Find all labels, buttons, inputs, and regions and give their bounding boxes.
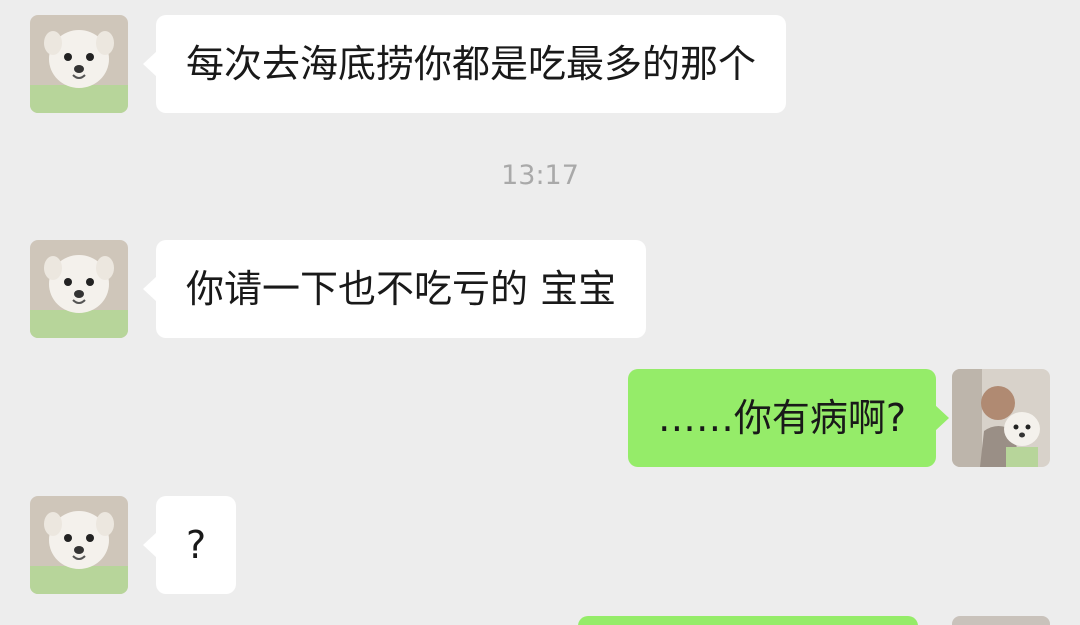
friend-avatar[interactable]	[30, 496, 128, 594]
chat-timestamp: 13:17	[501, 160, 579, 191]
message-bubble-incoming[interactable]: 每次去海底捞你都是吃最多的那个	[142, 15, 787, 113]
message-text: 每次去海底捞你都是吃最多的那个	[186, 42, 757, 86]
self-avatar-partial[interactable]	[952, 616, 1050, 625]
message-bubble-outgoing-partial[interactable]	[578, 616, 918, 625]
message-bubble-incoming[interactable]: ?	[142, 496, 237, 594]
message-bubble-outgoing[interactable]: ……你有病啊?	[627, 369, 950, 467]
white-dog-icon	[30, 496, 128, 594]
friend-avatar[interactable]	[30, 240, 128, 338]
message-text: ……你有病啊?	[657, 396, 906, 440]
white-dog-icon	[30, 15, 128, 113]
friend-avatar[interactable]	[30, 15, 128, 113]
message-text: ?	[186, 523, 207, 567]
self-avatar[interactable]	[952, 369, 1050, 467]
message-bubble-incoming[interactable]: 你请一下也不吃亏的 宝宝	[142, 240, 647, 338]
white-dog-icon	[30, 240, 128, 338]
message-text: 你请一下也不吃亏的 宝宝	[186, 267, 617, 311]
chat-window: 每次去海底捞你都是吃最多的那个 13:17 你请一下也不吃亏的 宝宝 ……你有病…	[0, 0, 1080, 625]
person-with-dog-icon	[952, 369, 1050, 467]
